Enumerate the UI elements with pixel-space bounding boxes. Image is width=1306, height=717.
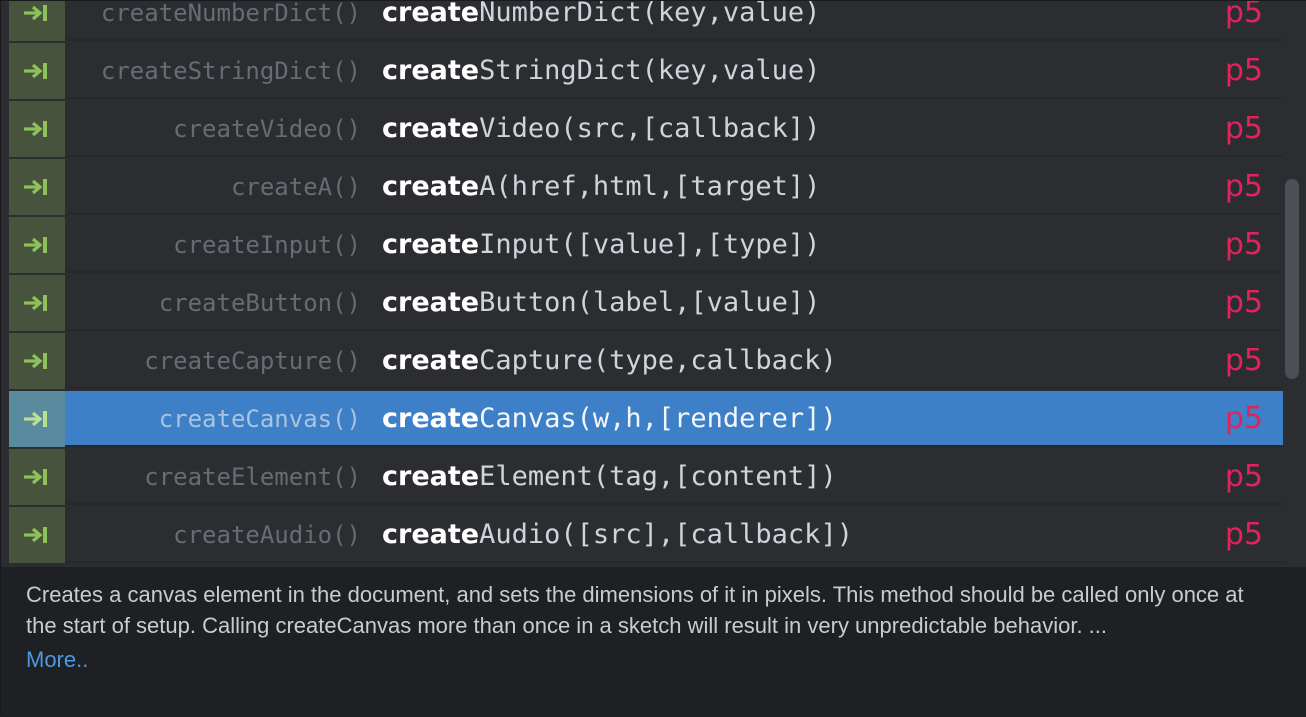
autocomplete-popup: createNumberDict() createNumberDict(key,v… (0, 0, 1306, 717)
suggestion-row[interactable]: createA() createA(href,html,[target]) p5 (9, 159, 1283, 215)
snippet-remainder: Element(tag,[content]) (479, 461, 837, 492)
snippet-remainder: A(href,html,[target]) (479, 171, 821, 202)
suggestion-label: createStringDict() (100, 57, 361, 85)
documentation-panel: Creates a canvas element in the document… (1, 567, 1306, 717)
suggestion-snippet: createInput([value],[type]) (382, 217, 820, 273)
snippet-remainder: Capture(type,callback) (479, 345, 837, 376)
suggestion-label: createA() (230, 173, 361, 201)
source-tag: p5 (1224, 169, 1263, 204)
suggestion-snippet: createCapture(type,callback) (382, 333, 837, 389)
suggestion-row[interactable]: createAudio() createAudio([src],[callback… (9, 507, 1283, 563)
tab-snippet-icon (9, 43, 65, 99)
source-tag: p5 (1224, 53, 1263, 88)
suggestion-row[interactable]: createCapture() createCapture(type,callba… (9, 333, 1283, 389)
matched-prefix: create (382, 1, 480, 28)
snippet-remainder: Input([value],[type]) (479, 229, 821, 260)
source-tag: p5 (1224, 285, 1263, 320)
tab-snippet-icon (9, 217, 65, 273)
suggestion-label: createCanvas() (158, 405, 361, 433)
suggestion-label: createButton() (158, 289, 361, 317)
source-tag: p5 (1224, 459, 1263, 494)
source-tag: p5 (1224, 343, 1263, 378)
suggestion-row[interactable]: createInput() createInput([value],[type])… (9, 217, 1283, 273)
matched-prefix: create (382, 229, 480, 260)
matched-prefix: create (382, 345, 480, 376)
suggestion-list: createNumberDict() createNumberDict(key,v… (9, 1, 1283, 567)
tab-snippet-icon (9, 159, 65, 215)
matched-prefix: create (382, 287, 480, 318)
tab-snippet-icon (9, 275, 65, 331)
suggestion-label: createVideo() (173, 115, 361, 143)
source-tag: p5 (1224, 401, 1263, 436)
suggestion-snippet: createStringDict(key,value) (382, 43, 820, 99)
suggestion-row-selected[interactable]: createCanvas() createCanvas(w,h,[renderer… (9, 391, 1283, 447)
more-link[interactable]: More.. (26, 644, 88, 675)
source-tag: p5 (1224, 111, 1263, 146)
suggestion-snippet: createElement(tag,[content]) (382, 449, 837, 505)
tab-snippet-icon (9, 507, 65, 563)
suggestion-row[interactable]: createElement() createElement(tag,[conten… (9, 449, 1283, 505)
tab-snippet-icon (9, 391, 65, 447)
matched-prefix: create (382, 461, 480, 492)
suggestion-row[interactable]: createNumberDict() createNumberDict(key,v… (9, 1, 1283, 41)
suggestion-label: createInput() (173, 231, 361, 259)
snippet-remainder: StringDict(key,value) (479, 55, 821, 86)
matched-prefix: create (382, 55, 480, 86)
suggestion-snippet: createButton(label,[value]) (382, 275, 820, 331)
tab-snippet-icon (9, 449, 65, 505)
tab-snippet-icon (9, 333, 65, 389)
tab-snippet-icon (9, 101, 65, 157)
suggestion-row[interactable]: createButton() createButton(label,[value]… (9, 275, 1283, 331)
suggestion-snippet: createVideo(src,[callback]) (382, 101, 820, 157)
source-tag: p5 (1224, 227, 1263, 262)
tab-snippet-icon (9, 1, 65, 41)
suggestion-label: createCapture() (144, 347, 361, 375)
suggestion-label: createAudio() (173, 521, 361, 549)
suggestion-snippet: createNumberDict(key,value) (382, 1, 820, 41)
suggestion-snippet: createCanvas(w,h,[renderer]) (382, 391, 837, 447)
documentation-text: Creates a canvas element in the document… (26, 582, 1244, 638)
suggestion-label: createElement() (144, 463, 361, 491)
suggestion-snippet: createAudio([src],[callback]) (382, 507, 853, 563)
matched-prefix: create (382, 519, 480, 550)
suggestion-row[interactable]: createStringDict() createStringDict(key,v… (9, 43, 1283, 99)
source-tag: p5 (1224, 1, 1263, 30)
scrollbar-thumb[interactable] (1285, 179, 1299, 379)
suggestion-label: createNumberDict() (100, 1, 361, 27)
snippet-remainder: Audio([src],[callback]) (479, 519, 853, 550)
suggestion-snippet: createA(href,html,[target]) (382, 159, 820, 215)
matched-prefix: create (382, 403, 480, 434)
source-tag: p5 (1224, 517, 1263, 552)
matched-prefix: create (382, 113, 480, 144)
snippet-remainder: Canvas(w,h,[renderer]) (479, 403, 837, 434)
suggestion-row[interactable]: createVideo() createVideo(src,[callback])… (9, 101, 1283, 157)
snippet-remainder: NumberDict(key,value) (479, 1, 821, 28)
matched-prefix: create (382, 171, 480, 202)
snippet-remainder: Video(src,[callback]) (479, 113, 821, 144)
snippet-remainder: Button(label,[value]) (479, 287, 821, 318)
